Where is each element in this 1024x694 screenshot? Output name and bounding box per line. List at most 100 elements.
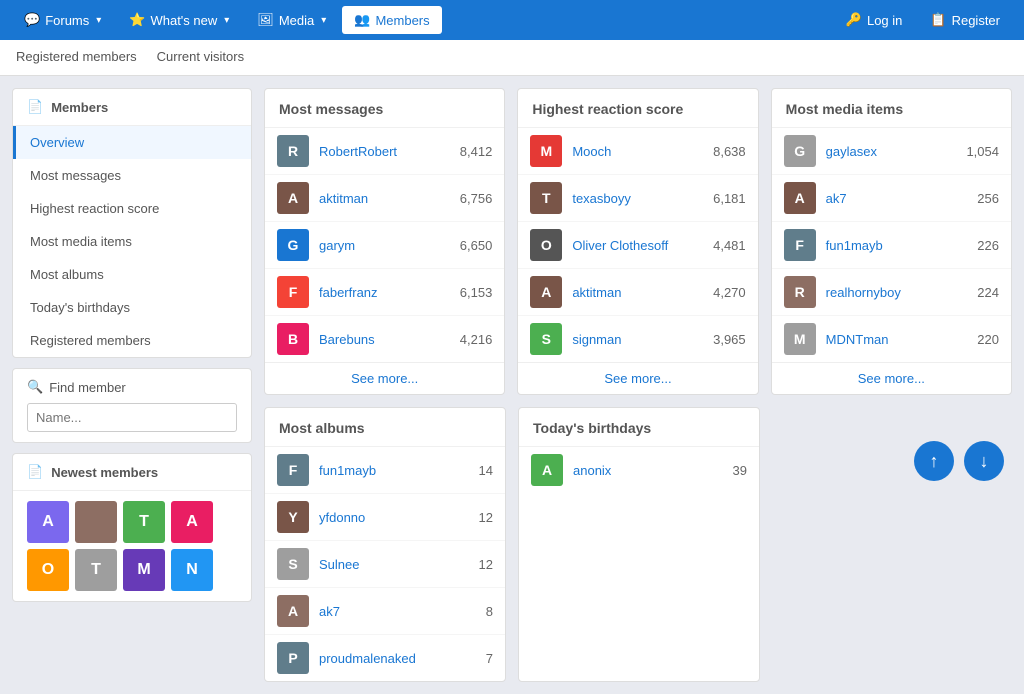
nav-forums-label: Forums: [45, 13, 89, 28]
table-row: Pproudmalenaked7: [265, 635, 505, 681]
member-name[interactable]: RobertRobert: [319, 144, 442, 159]
avatar[interactable]: T: [75, 549, 117, 591]
top-navigation: 💬 Forums ▾ ⭐ What's new ▾ 🖼 Media ▾ 👥 Me…: [0, 0, 1024, 40]
sidebar-item-most-albums[interactable]: Most albums: [13, 258, 251, 291]
nav-register[interactable]: 📋 Register: [918, 6, 1012, 34]
stat-count: 12: [453, 557, 493, 572]
stat-count: 6,153: [452, 285, 492, 300]
avatar[interactable]: A: [171, 501, 213, 543]
forum-icon: 💬: [24, 12, 40, 28]
table-row: Yyfdonno12: [265, 494, 505, 541]
member-name[interactable]: aktitman: [319, 191, 442, 206]
table-row: Aak78: [265, 588, 505, 635]
member-name[interactable]: Mooch: [572, 144, 695, 159]
nav-login[interactable]: 🔑 Log in: [834, 6, 915, 34]
stats-bottom-row: Most albums Ffun1mayb14Yyfdonno12SSulnee…: [264, 407, 1012, 682]
table-row: Ffun1mayb 226: [772, 222, 1011, 269]
stat-count: 6,756: [452, 191, 492, 206]
table-row: Aaktitman4,270: [518, 269, 757, 316]
member-name[interactable]: garym: [319, 238, 442, 253]
nav-media[interactable]: 🖼 Media ▾: [245, 6, 338, 34]
table-row: Ffun1mayb14: [265, 447, 505, 494]
avatar: O: [530, 229, 562, 261]
member-name[interactable]: ak7: [319, 604, 443, 619]
table-row: Ffaberfranz6,153: [265, 269, 504, 316]
member-name[interactable]: proudmalenaked: [319, 651, 443, 666]
avatar[interactable]: T: [123, 501, 165, 543]
subnav-current-visitors[interactable]: Current visitors: [157, 40, 244, 76]
member-name[interactable]: aktitman: [572, 285, 695, 300]
member-name[interactable]: realhornyboy: [826, 285, 949, 300]
member-name[interactable]: Sulnee: [319, 557, 443, 572]
table-row: Ttexasboyy6,181: [518, 175, 757, 222]
sidebar-item-highest-reaction[interactable]: Highest reaction score: [13, 192, 251, 225]
avatar[interactable]: N: [171, 549, 213, 591]
avatar: A: [531, 454, 563, 486]
member-name[interactable]: MDNTman: [826, 332, 949, 347]
subnav-registered-members[interactable]: Registered members: [16, 40, 137, 76]
chevron-down-icon: ▾: [96, 15, 101, 26]
nav-whats-new-label: What's new: [150, 13, 217, 28]
member-name[interactable]: yfdonno: [319, 510, 443, 525]
sidebar-item-most-messages[interactable]: Most messages: [13, 159, 251, 192]
member-name[interactable]: signman: [572, 332, 695, 347]
stat-count: 39: [707, 463, 747, 478]
avatar[interactable]: O: [27, 549, 69, 591]
highest-reaction-see-more[interactable]: See more...: [518, 362, 757, 394]
avatar[interactable]: M: [123, 549, 165, 591]
stat-count: 226: [959, 238, 999, 253]
stat-count: 6,181: [706, 191, 746, 206]
avatar[interactable]: A: [27, 501, 69, 543]
most-messages-see-more[interactable]: See more...: [265, 362, 504, 394]
nav-forums[interactable]: 💬 Forums ▾: [12, 6, 113, 34]
member-name[interactable]: faberfranz: [319, 285, 442, 300]
stat-count: 1,054: [959, 144, 999, 159]
nav-login-label: Log in: [867, 13, 902, 28]
member-name[interactable]: gaylasex: [826, 144, 949, 159]
sidebar-item-birthdays[interactable]: Today's birthdays: [13, 291, 251, 324]
nav-members[interactable]: 👥 Members: [342, 6, 441, 34]
avatar: F: [784, 229, 816, 261]
nav-media-label: Media: [279, 13, 314, 28]
login-icon: 🔑: [846, 12, 862, 28]
most-albums-title: Most albums: [265, 408, 505, 447]
avatar: B: [277, 323, 309, 355]
sidebar-item-most-media[interactable]: Most media items: [13, 225, 251, 258]
avatar[interactable]: [75, 501, 117, 543]
table-row: OOliver Clothesoff4,481: [518, 222, 757, 269]
doc-icon: 📄: [27, 99, 43, 115]
stat-count: 4,270: [706, 285, 746, 300]
media-icon: 🖼: [257, 12, 274, 28]
main-content: Most messages RRobertRobert8,412 Aaktitma…: [264, 88, 1012, 682]
most-media-see-more[interactable]: See more...: [772, 362, 1011, 394]
table-row: Aaktitman6,756: [265, 175, 504, 222]
stat-count: 6,650: [452, 238, 492, 253]
nav-whats-new[interactable]: ⭐ What's new ▾: [117, 6, 241, 34]
scroll-down-button[interactable]: ↓: [964, 441, 1004, 481]
sidebar-item-overview[interactable]: Overview: [13, 126, 251, 159]
member-name[interactable]: Barebuns: [319, 332, 442, 347]
birthdays-title: Today's birthdays: [519, 408, 759, 447]
scroll-up-button[interactable]: ↑: [914, 441, 954, 481]
table-row: Rrealhornyboy224: [772, 269, 1011, 316]
member-name[interactable]: fun1mayb: [826, 238, 949, 253]
most-messages-title: Most messages: [265, 89, 504, 128]
avatar: R: [784, 276, 816, 308]
stat-count: 220: [959, 332, 999, 347]
nav-members-label: Members: [375, 13, 429, 28]
sidebar-item-registered[interactable]: Registered members: [13, 324, 251, 357]
avatar: A: [277, 595, 309, 627]
highest-reaction-card: Highest reaction score MMooch8,638Ttexas…: [517, 88, 758, 395]
member-name[interactable]: anonix: [573, 463, 697, 478]
members-menu-card: 📄 Members Overview Most messages Highest…: [12, 88, 252, 358]
member-name[interactable]: ak7: [826, 191, 949, 206]
find-member-input[interactable]: [27, 403, 237, 432]
member-name[interactable]: texasboyy: [572, 191, 695, 206]
member-name[interactable]: Oliver Clothesoff: [572, 238, 695, 253]
stat-count: 8,638: [706, 144, 746, 159]
member-name[interactable]: fun1mayb: [319, 463, 443, 478]
avatar: P: [277, 642, 309, 674]
table-row: RRobertRobert8,412: [265, 128, 504, 175]
search-icon: 🔍: [27, 379, 43, 395]
table-row: SSulnee12: [265, 541, 505, 588]
